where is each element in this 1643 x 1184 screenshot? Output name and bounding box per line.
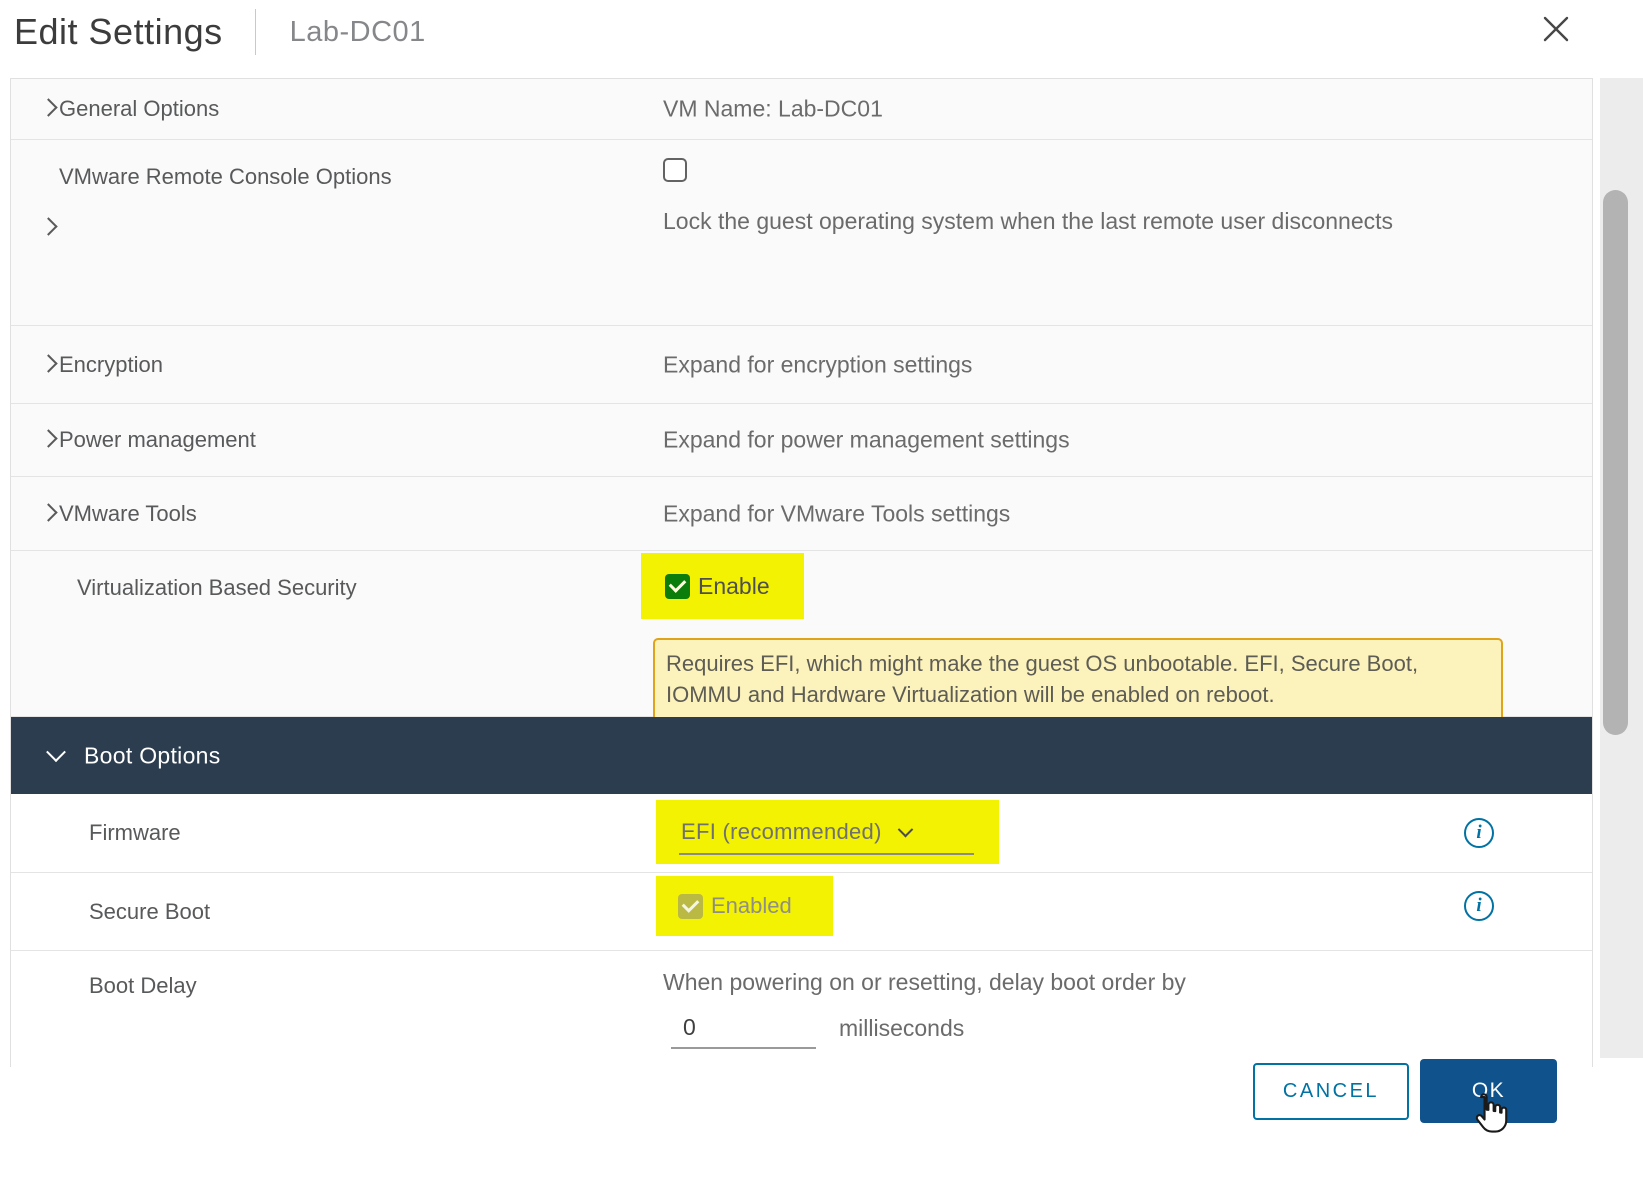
section-boot-options[interactable]: Boot Options [11,717,1592,794]
secure-boot-info-icon[interactable]: i [1464,891,1494,921]
row-remote-console-options[interactable]: VMware Remote Console Options Lock the g… [11,140,1592,326]
row-virtualization-based-security: Virtualization Based Security Enable Req… [11,551,1592,717]
close-icon[interactable] [1539,12,1573,46]
vbs-enable-checkbox[interactable] [665,574,690,599]
boot-delay-unit: milliseconds [839,1015,964,1042]
cancel-button[interactable]: CANCEL [1253,1063,1409,1120]
row-firmware: Firmware EFI (recommended) i [11,794,1592,873]
row-boot-delay: Boot Delay When powering on or resetting… [11,951,1592,1067]
chevron-right-icon[interactable] [42,506,55,524]
scrollbar-thumb[interactable] [1603,190,1628,735]
dropdown-underline [679,853,974,855]
row-secure-boot: Secure Boot Enabled i [11,873,1592,951]
row-vmware-tools[interactable]: VMware Tools Expand for VMware Tools set… [11,477,1592,551]
firmware-info-icon[interactable]: i [1464,818,1494,848]
secure-boot-highlight: Enabled [656,876,833,936]
vbs-enable-highlight: Enable [641,553,804,619]
boot-options-label: Boot Options [84,742,221,769]
firmware-dropdown[interactable]: EFI (recommended) [681,819,882,845]
row-power-management[interactable]: Power management Expand for power manage… [11,404,1592,477]
ok-button[interactable]: OK [1420,1059,1557,1123]
firmware-label: Firmware [89,820,181,846]
vbs-warning-message: Requires EFI, which might make the guest… [653,638,1503,722]
dialog-title: Edit Settings [14,11,223,53]
encryption-label: Encryption [59,352,163,378]
vmware-tools-value: Expand for VMware Tools settings [663,500,1010,527]
row-general-options[interactable]: General Options VM Name: Lab-DC01 [11,79,1592,140]
dialog-header: Edit Settings Lab-DC01 [0,0,1643,64]
vm-name-subtitle: Lab-DC01 [290,16,426,49]
vbs-enable-label: Enable [698,573,770,600]
chevron-right-icon[interactable] [42,432,55,450]
lock-guest-os-checkbox[interactable] [663,158,687,182]
vbs-label: Virtualization Based Security [77,575,357,601]
vmware-tools-label: VMware Tools [59,501,197,527]
secure-boot-value: Enabled [711,893,792,919]
chevron-down-icon[interactable] [897,821,913,837]
title-divider [255,9,256,55]
boot-delay-label: Boot Delay [89,973,197,999]
firmware-highlight: EFI (recommended) [656,800,999,864]
row-encryption[interactable]: Encryption Expand for encryption setting… [11,326,1592,404]
general-options-value: VM Name: Lab-DC01 [663,96,883,123]
boot-delay-description: When powering on or resetting, delay boo… [663,969,1186,996]
remote-console-description: Lock the guest operating system when the… [663,198,1393,244]
secure-boot-checkbox [678,894,703,919]
secure-boot-label: Secure Boot [89,899,210,925]
power-management-label: Power management [59,427,256,453]
chevron-right-icon[interactable] [42,357,55,375]
chevron-down-icon[interactable] [49,748,63,767]
encryption-value: Expand for encryption settings [663,351,972,378]
scrollbar-track[interactable] [1600,78,1643,1058]
edit-settings-dialog: Edit Settings Lab-DC01 General Options V… [0,0,1643,1184]
boot-delay-input[interactable] [671,1009,816,1049]
settings-table: General Options VM Name: Lab-DC01 VMware… [10,78,1593,1067]
remote-console-label: VMware Remote Console Options [59,164,392,190]
power-management-value: Expand for power management settings [663,427,1070,454]
chevron-right-icon[interactable] [42,220,55,238]
chevron-right-icon[interactable] [42,101,55,119]
general-options-label: General Options [59,96,219,122]
